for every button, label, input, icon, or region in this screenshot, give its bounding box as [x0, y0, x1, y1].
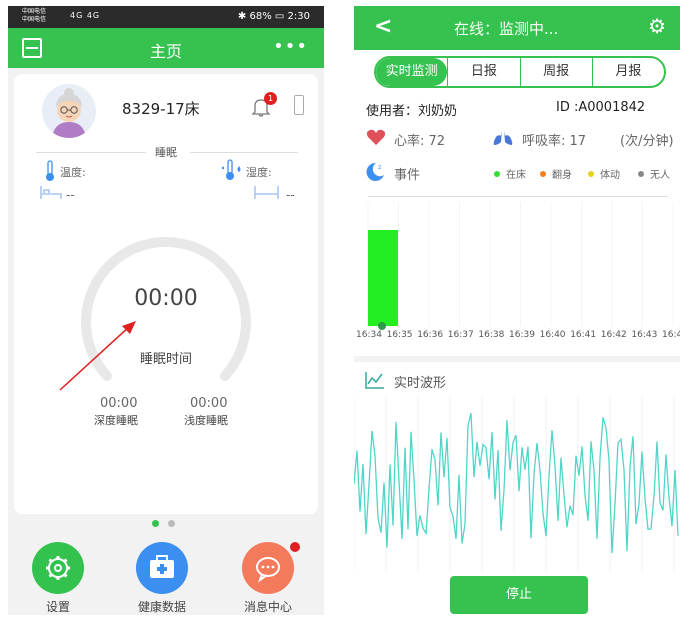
tick-label: 16:39: [509, 330, 535, 340]
legend-body-movement: 体动: [588, 166, 620, 181]
chart-top-line: [368, 196, 668, 197]
report-tabs: 实时监测 日报 周报 月报: [374, 56, 666, 88]
heart-icon: [366, 129, 386, 145]
svg-text:z: z: [378, 164, 381, 171]
tick-label: 16:35: [386, 330, 413, 340]
bed-number: 8329-17床: [122, 100, 200, 118]
tab-weekly[interactable]: 周报: [519, 58, 592, 86]
divider: [190, 152, 298, 153]
more-icon[interactable]: •••: [273, 36, 308, 57]
device-icon[interactable]: [294, 95, 304, 115]
section-divider: [354, 356, 680, 362]
user-name: 使用者：刘奶奶: [366, 104, 458, 119]
chat-icon: [256, 557, 280, 583]
clock: 2:30: [287, 11, 310, 22]
sleep-time-value: 00:00: [134, 286, 198, 311]
light-sleep-value: 00:00: [190, 396, 228, 411]
tick-label: 16:40: [539, 330, 566, 340]
event-chart: [367, 202, 674, 330]
tab-monthly[interactable]: 月报: [591, 58, 664, 86]
tick-label: 16:36: [417, 330, 444, 340]
legend-dot: [588, 171, 594, 177]
app-header: 主页 •••: [8, 28, 324, 68]
battery-percent: 68%: [249, 11, 272, 22]
stop-button[interactable]: 停止: [450, 576, 588, 614]
tick-label: 16:38: [478, 330, 505, 340]
tick-label: 16:43: [631, 330, 658, 340]
waveform-title: 实时波形: [394, 376, 447, 391]
bluetooth-icon: ✱: [237, 11, 247, 22]
monitor-header: < 在线：监测中... ⚙: [354, 6, 680, 50]
red-arrow-annotation: [59, 321, 136, 391]
legend-in-bed: 在床: [494, 166, 526, 181]
heart-rate: 心率: 72: [394, 134, 446, 149]
gear-icon[interactable]: ⚙: [648, 14, 666, 38]
thermometer-icon: [46, 160, 54, 181]
event-label: 事件: [394, 168, 421, 183]
tick-label: 16:44: [662, 330, 680, 340]
health-data-button[interactable]: [136, 542, 188, 594]
deep-sleep-value: 00:00: [100, 396, 138, 411]
monitor-status-title: 在线：监测中...: [454, 20, 559, 38]
realtime-waveform: [354, 396, 679, 572]
battery-icon: ▭: [274, 11, 285, 22]
right-phone-screen: < 在线：监测中... ⚙ 实时监测 日报 周报 月报 使用者：刘奶奶 ID :…: [354, 6, 680, 618]
medkit-icon: [150, 555, 174, 578]
message-center-button[interactable]: [242, 542, 294, 594]
sleep-card: 8329-17床 1 睡眠 温度: 湿度: -- -- 00:00 睡眠时间 0…: [14, 74, 318, 514]
message-badge: [290, 542, 300, 552]
legend-turn-over: 翻身: [540, 166, 572, 181]
tick-label: 16:37: [447, 330, 474, 340]
health-data-label: 健康数据: [137, 600, 186, 614]
message-center-label: 消息中心: [243, 600, 292, 614]
legend-dot: [540, 171, 546, 177]
left-phone-screen: 中国电信 中国电信 4G 4G ✱ 68% ▭ 2:30 主页 ••• 8329…: [8, 6, 324, 615]
humidity-icon: [221, 159, 241, 180]
status-bar: 中国电信 中国电信 4G 4G ✱ 68% ▭ 2:30: [8, 6, 324, 28]
carrier-1: 中国电信: [22, 8, 47, 15]
temperature-value: --: [66, 188, 75, 202]
temperature-label: 温度:: [60, 166, 86, 179]
time-axis: 16:34 16:35 16:36 16:37 16:38 16:39 16:40 16:41…: [354, 330, 680, 344]
gear-icon: [46, 556, 70, 580]
tab-daily[interactable]: 日报: [447, 58, 519, 86]
page-indicator-active: [152, 520, 159, 527]
respiration-rate: 呼吸率: 17: [522, 134, 587, 149]
tick-label: 16:34: [356, 330, 382, 340]
waveform-icon: [365, 372, 384, 389]
bed-icon: [40, 186, 62, 199]
humidity-label: 湿度:: [246, 166, 272, 179]
device-id: ID :A0001842: [556, 100, 646, 115]
tick-label: 16:41: [570, 330, 597, 340]
legend-no-person: 无人: [638, 166, 670, 181]
tick-label: 16:42: [600, 330, 627, 340]
carrier-2: 中国电信: [22, 16, 47, 23]
event-bar: [368, 230, 398, 326]
settings-button[interactable]: [32, 542, 84, 594]
humidity-value: --: [286, 188, 295, 202]
settings-label: 设置: [45, 600, 70, 614]
time-marker: [378, 322, 386, 330]
waveform-line: [354, 412, 679, 554]
legend-dot: [638, 171, 644, 177]
empty-bed-icon: [254, 186, 279, 199]
page-indicator: [168, 520, 175, 527]
moon-icon: z: [366, 162, 384, 181]
lungs-icon: [493, 130, 513, 145]
avatar[interactable]: [42, 84, 96, 138]
tab-realtime[interactable]: 实时监测: [376, 58, 448, 86]
rate-unit: (次/分钟): [620, 134, 674, 149]
light-sleep-label: 浅度睡眠: [184, 414, 228, 427]
back-icon[interactable]: <: [374, 14, 392, 39]
notification-badge: 1: [264, 92, 277, 105]
legend-dot: [494, 171, 500, 177]
signal-text: 4G 4G: [70, 11, 101, 20]
deep-sleep-label: 深度睡眠: [94, 414, 138, 427]
